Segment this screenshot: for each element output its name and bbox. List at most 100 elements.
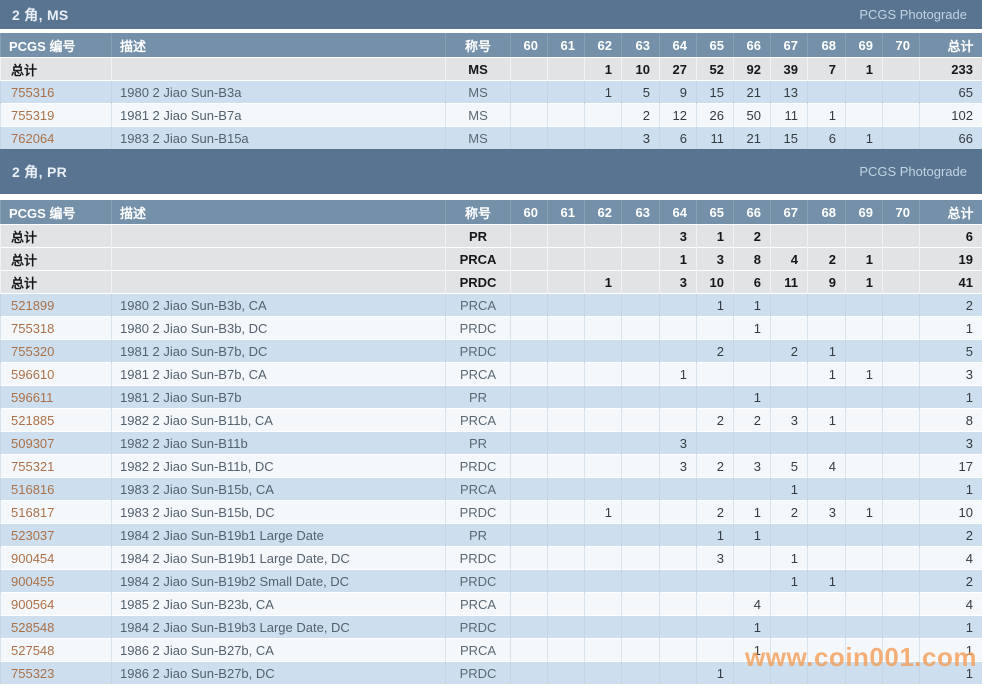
designation-cell: MS bbox=[446, 127, 511, 150]
pcgs-number-link[interactable]: 516816 bbox=[11, 482, 54, 497]
total-count: 66 bbox=[920, 127, 982, 150]
grade-count-64 bbox=[660, 570, 697, 593]
grade-count-64: 27 bbox=[660, 58, 697, 81]
grade-count-60 bbox=[511, 104, 548, 127]
pcgs-number-link[interactable]: 755318 bbox=[11, 321, 54, 336]
pcgs-number-link[interactable]: 755316 bbox=[11, 85, 54, 100]
coin-description: 1981 2 Jiao Sun-B7b bbox=[112, 386, 446, 409]
grade-count-68: 7 bbox=[808, 58, 846, 81]
grade-count-68 bbox=[808, 616, 846, 639]
pcgs-number-link[interactable]: 900455 bbox=[11, 574, 54, 589]
coin-row: 5966101981 2 Jiao Sun-B7b, CAPRCA1113 bbox=[1, 363, 982, 386]
grade-count-65 bbox=[697, 478, 734, 501]
pcgs-number-link[interactable]: 900454 bbox=[11, 551, 54, 566]
grade-count-65: 2 bbox=[697, 455, 734, 478]
pcgs-number-link[interactable]: 523037 bbox=[11, 528, 54, 543]
grade-count-62 bbox=[585, 524, 622, 547]
pcgs-number-link[interactable]: 755323 bbox=[11, 666, 54, 681]
pcgs-number-link[interactable]: 900564 bbox=[11, 597, 54, 612]
grade-count-63 bbox=[622, 363, 660, 386]
grade-count-64 bbox=[660, 317, 697, 340]
grade-count-70 bbox=[883, 386, 920, 409]
grade-count-61 bbox=[548, 432, 585, 455]
grade-count-70 bbox=[883, 432, 920, 455]
grade-count-68: 4 bbox=[808, 455, 846, 478]
grade-count-67: 11 bbox=[771, 104, 808, 127]
designation-cell: PRDC bbox=[446, 501, 511, 524]
grade-count-60 bbox=[511, 248, 548, 271]
grade-count-69 bbox=[846, 409, 883, 432]
total-count: 1 bbox=[920, 386, 982, 409]
grade-count-70 bbox=[883, 478, 920, 501]
pcgs-number-link[interactable]: 596611 bbox=[11, 390, 53, 405]
pcgs-number-link[interactable]: 527548 bbox=[11, 643, 54, 658]
grade-count-64: 1 bbox=[660, 363, 697, 386]
grade-count-67 bbox=[771, 639, 808, 662]
coin-row: 5093071982 2 Jiao Sun-B11bPR33 bbox=[1, 432, 982, 455]
pcgs-number-link[interactable]: 509307 bbox=[11, 436, 54, 451]
grade-count-61 bbox=[548, 248, 585, 271]
grade-count-67 bbox=[771, 386, 808, 409]
grade-count-64 bbox=[660, 340, 697, 363]
designation-cell: PRCA bbox=[446, 363, 511, 386]
col-header-grade-65: 65 bbox=[697, 200, 734, 225]
grade-count-70 bbox=[883, 363, 920, 386]
col-header-grade-66: 66 bbox=[734, 33, 771, 58]
grade-count-69: 1 bbox=[846, 58, 883, 81]
total-count: 1 bbox=[920, 639, 982, 662]
pcgs-number-link[interactable]: 521899 bbox=[11, 298, 54, 313]
grade-count-64: 3 bbox=[660, 225, 697, 248]
grade-count-68 bbox=[808, 478, 846, 501]
grade-count-65 bbox=[697, 432, 734, 455]
grade-count-61 bbox=[548, 386, 585, 409]
grade-count-68 bbox=[808, 524, 846, 547]
grade-count-67: 3 bbox=[771, 409, 808, 432]
grade-count-67 bbox=[771, 363, 808, 386]
grade-count-62 bbox=[585, 363, 622, 386]
grade-count-65: 1 bbox=[697, 662, 734, 685]
summary-label: 总计 bbox=[1, 58, 112, 81]
grade-count-66 bbox=[734, 363, 771, 386]
coin-row: 9005641985 2 Jiao Sun-B23b, CAPRCA44 bbox=[1, 593, 982, 616]
grade-count-66 bbox=[734, 432, 771, 455]
grade-count-64: 3 bbox=[660, 455, 697, 478]
summary-designation: PRCA bbox=[446, 248, 511, 271]
pcgs-number-link[interactable]: 528548 bbox=[11, 620, 54, 635]
pcgs-number-cell: 755321 bbox=[1, 455, 112, 478]
total-count: 102 bbox=[920, 104, 982, 127]
grade-count-66: 1 bbox=[734, 501, 771, 524]
grade-count-62 bbox=[585, 639, 622, 662]
grade-count-70 bbox=[883, 639, 920, 662]
grade-count-69 bbox=[846, 81, 883, 104]
coin-description: 1981 2 Jiao Sun-B7a bbox=[112, 104, 446, 127]
pcgs-number-link[interactable]: 755320 bbox=[11, 344, 54, 359]
grade-count-70 bbox=[883, 570, 920, 593]
pcgs-number-link[interactable]: 755319 bbox=[11, 108, 54, 123]
designation-cell: MS bbox=[446, 104, 511, 127]
grade-count-67: 39 bbox=[771, 58, 808, 81]
col-header-grade-70: 70 bbox=[883, 200, 920, 225]
grade-count-63 bbox=[622, 294, 660, 317]
coin-row: 5168161983 2 Jiao Sun-B15b, CAPRCA11 bbox=[1, 478, 982, 501]
grade-count-67: 15 bbox=[771, 127, 808, 150]
grade-count-60 bbox=[511, 271, 548, 294]
grade-count-70 bbox=[883, 271, 920, 294]
pcgs-number-link[interactable]: 762064 bbox=[11, 131, 54, 146]
pcgs-number-link[interactable]: 516817 bbox=[11, 505, 54, 520]
pcgs-number-link[interactable]: 596610 bbox=[11, 367, 54, 382]
grade-count-66: 92 bbox=[734, 58, 771, 81]
pcgs-number-cell: 762064 bbox=[1, 127, 112, 150]
grade-count-69 bbox=[846, 317, 883, 340]
grade-count-69: 1 bbox=[846, 363, 883, 386]
grade-count-61 bbox=[548, 294, 585, 317]
grade-count-67: 5 bbox=[771, 455, 808, 478]
grade-count-60 bbox=[511, 547, 548, 570]
grade-count-62 bbox=[585, 478, 622, 501]
pcgs-number-link[interactable]: 755321 bbox=[11, 459, 54, 474]
population-report-page: 2 角, MS PCGS Photograde PCGS 编号 描述 称号 60… bbox=[0, 0, 982, 685]
grade-count-60 bbox=[511, 317, 548, 340]
grade-count-65 bbox=[697, 616, 734, 639]
grade-count-62 bbox=[585, 127, 622, 150]
grade-count-70 bbox=[883, 58, 920, 81]
pcgs-number-link[interactable]: 521885 bbox=[11, 413, 54, 428]
